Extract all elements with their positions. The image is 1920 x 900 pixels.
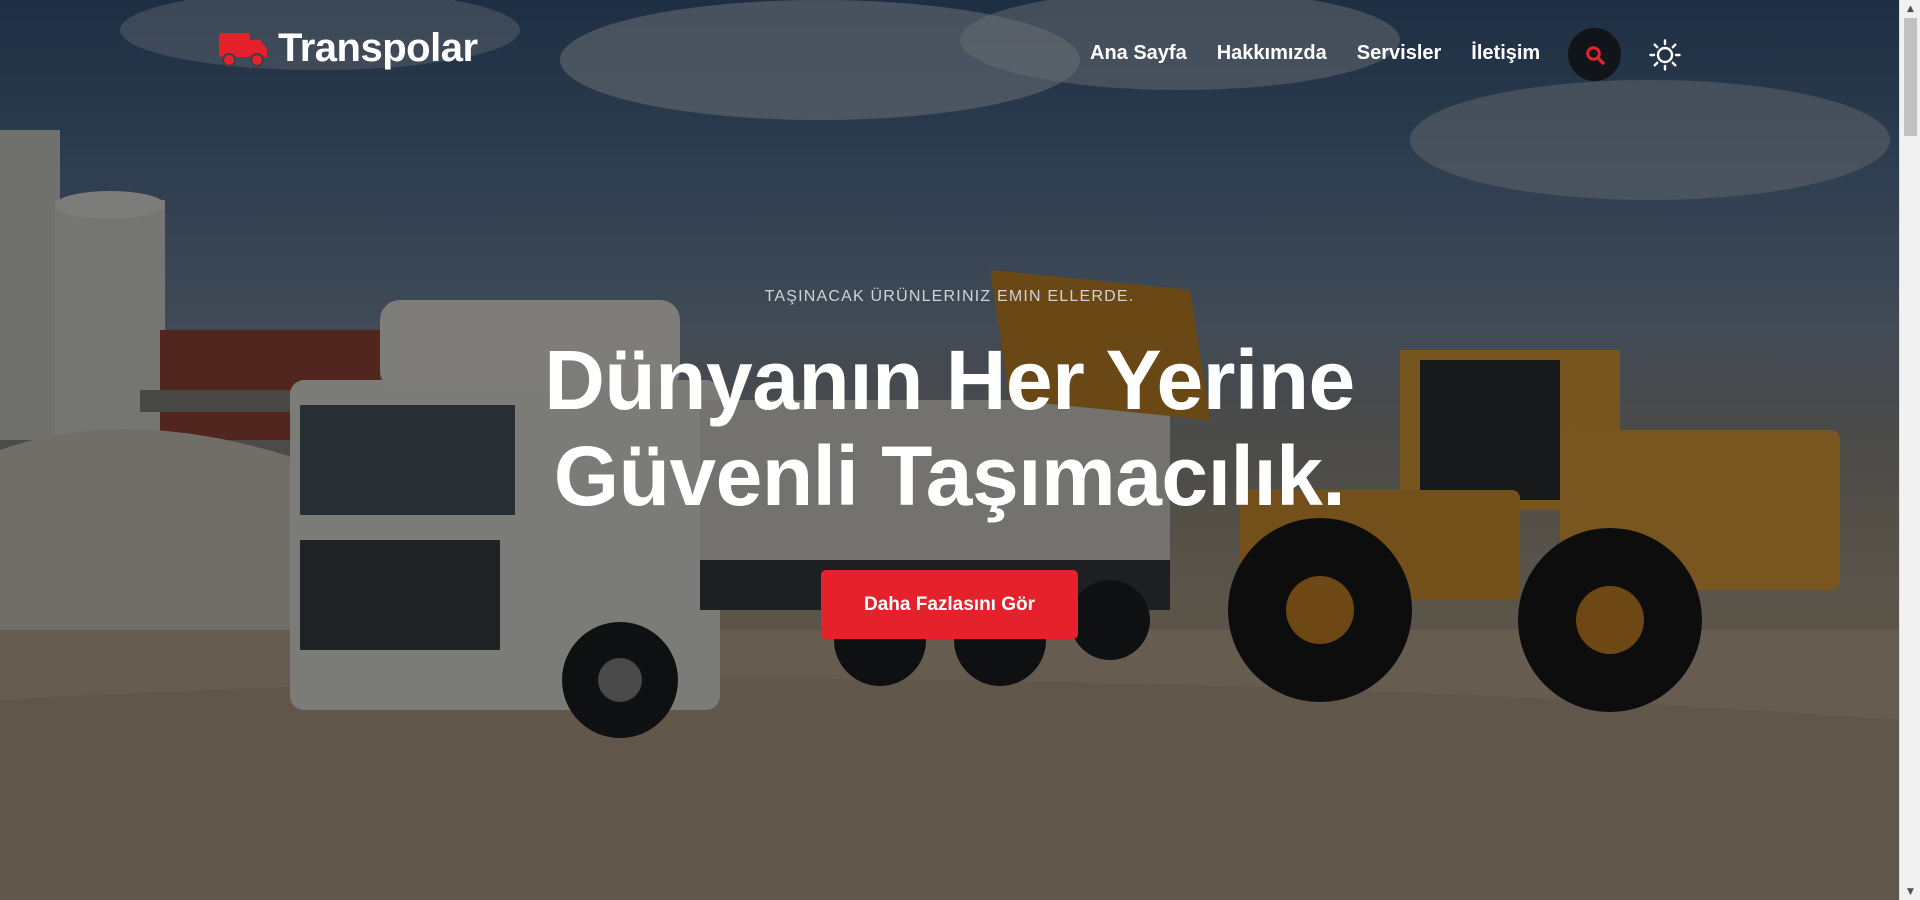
see-more-button[interactable]: Daha Fazlasını Gör	[821, 570, 1078, 639]
scroll-up-arrow-icon[interactable]: ▲	[1900, 0, 1920, 17]
truck-icon	[219, 33, 267, 67]
nav-item-about[interactable]: Hakkımızda	[1217, 42, 1327, 65]
brand-name: Transpolar	[278, 26, 478, 70]
theme-toggle-button[interactable]	[1648, 38, 1682, 72]
page-viewport: Transpolar Ana Sayfa Hakkımızda Servisle…	[0, 0, 1899, 900]
scroll-down-arrow-icon[interactable]: ▼	[1900, 883, 1920, 900]
main-nav: Ana Sayfa Hakkımızda Servisler İletişim	[1090, 42, 1540, 65]
nav-item-services[interactable]: Servisler	[1357, 42, 1442, 65]
page-scrollbar[interactable]: ▲ ▼	[1899, 0, 1920, 900]
nav-item-contact[interactable]: İletişim	[1471, 42, 1540, 65]
brand-logo-link[interactable]: Transpolar	[218, 28, 478, 68]
search-icon	[1585, 45, 1605, 65]
hero-eyebrow: TAŞINACAK ÜRÜNLERINIZ EMIN ELLERDE.	[764, 288, 1135, 305]
hero-title-line-1: Dünyanın Her Yerine	[544, 333, 1355, 427]
hero-title: Dünyanın Her Yerine Güvenli Taşımacılık.	[0, 332, 1899, 524]
scroll-thumb[interactable]	[1904, 18, 1917, 136]
sun-icon	[1649, 39, 1681, 71]
nav-item-home[interactable]: Ana Sayfa	[1090, 42, 1187, 65]
site-header: Transpolar Ana Sayfa Hakkımızda Servisle…	[0, 0, 1899, 110]
search-button[interactable]	[1568, 28, 1621, 81]
hero-title-line-2: Güvenli Taşımacılık.	[553, 429, 1346, 523]
